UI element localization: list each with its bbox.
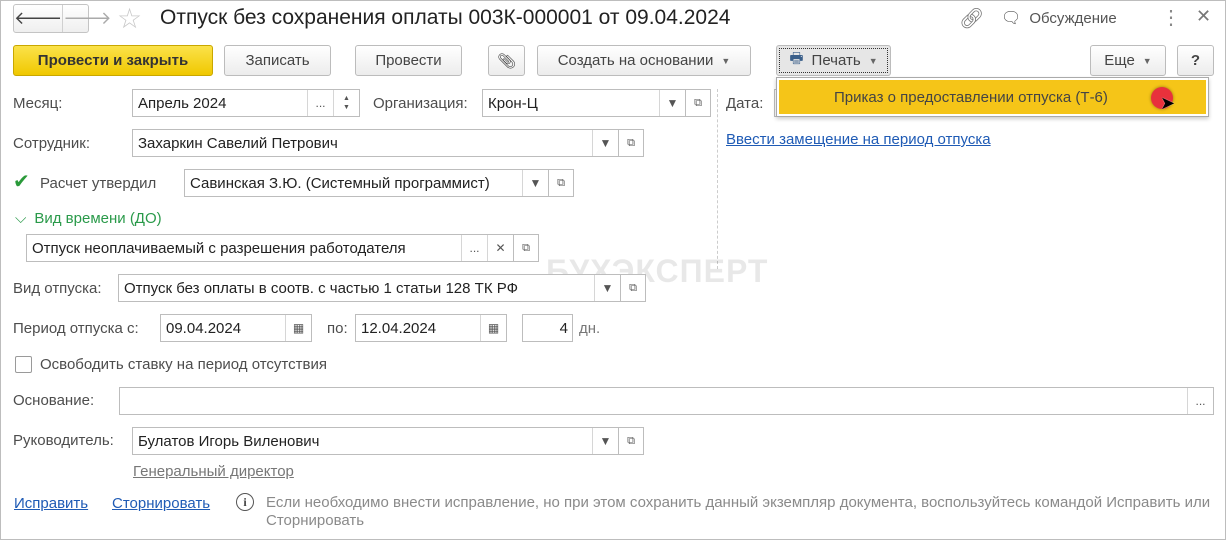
help-label: ? (1190, 52, 1201, 69)
close-icon[interactable]: ✕ (1196, 6, 1211, 27)
post-button[interactable]: Провести (355, 45, 462, 76)
dropdown-icon[interactable]: ▼ (592, 130, 618, 156)
fix-link[interactable]: Исправить (14, 495, 88, 512)
organization-label: Организация: (373, 95, 468, 112)
head-field[interactable]: Булатов Игорь Виленович ▼ (132, 427, 619, 455)
substitution-link[interactable]: Ввести замещение на период отпуска (726, 131, 991, 148)
print-menu-item-label: Приказ о предоставлении отпуска (Т-6) (834, 88, 1108, 106)
info-text: Если необходимо внести исправление, но п… (266, 494, 1211, 529)
more-button[interactable]: Еще ▼ (1090, 45, 1166, 76)
nav-buttons: 🡐 🡒 (13, 4, 112, 33)
printer-icon: 🖶 (789, 50, 804, 67)
back-button[interactable]: 🡐 (14, 5, 64, 32)
approved-by-field[interactable]: Савинская З.Ю. (Системный программист) ▼ (184, 169, 549, 197)
print-label: Печать (811, 52, 861, 69)
link-icon[interactable]: 🔗︎ (959, 6, 984, 31)
approved-checkbox[interactable]: ✔ (13, 172, 30, 192)
open-organization-button[interactable]: ⧉ (685, 89, 711, 117)
forward-button[interactable]: 🡒 (63, 5, 111, 32)
column-divider (717, 89, 718, 269)
basis-label: Основание: (13, 392, 95, 409)
select-button[interactable]: ... (307, 90, 333, 116)
dropdown-icon[interactable]: ▼ (522, 170, 548, 196)
save-label: Записать (245, 52, 310, 69)
days-unit-label: дн. (579, 320, 601, 337)
info-icon: i (236, 493, 254, 511)
employee-field[interactable]: Захаркин Савелий Петрович ▼ (132, 129, 619, 157)
comment-icon: 🗨︎ (1001, 10, 1022, 27)
select-button[interactable]: ... (461, 235, 487, 261)
document-window: 🡐 🡒 ☆ Отпуск без сохранения оплаты 003К-… (0, 0, 1226, 540)
employee-label: Сотрудник: (13, 135, 91, 152)
time-type-group-label: Вид времени (ДО) (34, 210, 162, 227)
open-leave-type-button[interactable]: ⧉ (620, 274, 646, 302)
dropdown-icon[interactable]: ▼ (594, 275, 620, 301)
basis-field[interactable]: ... (119, 387, 1214, 415)
month-label: Месяц: (13, 95, 63, 112)
approved-by-value: Савинская З.Ю. (Системный программист) (190, 174, 490, 192)
head-position-link[interactable]: Генеральный директор (133, 463, 294, 480)
print-menu: Приказ о предоставлении отпуска (Т-6) (776, 77, 1209, 117)
days-field[interactable]: 4 (522, 314, 573, 342)
select-button[interactable]: ... (1187, 388, 1213, 414)
post-label: Провести (375, 52, 442, 69)
release-rate-checkbox[interactable] (15, 356, 32, 373)
more-label: Еще (1104, 52, 1135, 69)
month-value: Апрель 2024 (138, 94, 227, 112)
attach-button[interactable]: 📎︎ (488, 45, 525, 76)
print-button[interactable]: 🖶 Печать ▼ (776, 45, 891, 76)
leave-type-label: Вид отпуска: (13, 280, 102, 297)
create-based-on-button[interactable]: Создать на основании ▼ (537, 45, 751, 76)
discussion-button[interactable]: 🗨︎ Обсуждение (1001, 8, 1117, 28)
discussion-label: Обсуждение (1029, 9, 1117, 27)
head-label: Руководитель: (13, 432, 114, 449)
clear-icon[interactable]: ✕ (487, 235, 513, 261)
release-rate-label: Освободить ставку на период отсутствия (40, 356, 327, 373)
time-type-value: Отпуск неоплачиваемый с разрешения работ… (32, 239, 406, 257)
calendar-icon[interactable]: ▦ (285, 315, 311, 341)
month-field[interactable]: Апрель 2024 ... ▲ ▼ (132, 89, 360, 117)
organization-value: Крон-Ц (488, 94, 538, 112)
open-employee-button[interactable]: ⧉ (618, 129, 644, 157)
period-from-label: Период отпуска с: (13, 320, 139, 337)
create-based-label: Создать на основании (557, 52, 714, 69)
time-type-group-toggle[interactable]: ⌵ Вид времени (ДО) (15, 210, 162, 227)
chevron-down-icon: ▼ (721, 55, 731, 66)
period-to-field[interactable]: 12.04.2024 ▦ (355, 314, 507, 342)
chevron-down-icon: ⌵ (15, 210, 27, 227)
open-time-type-button[interactable]: ⧉ (513, 234, 539, 262)
favorite-star-icon[interactable]: ☆ (117, 2, 142, 35)
open-approved-by-button[interactable]: ⧉ (548, 169, 574, 197)
page-title: Отпуск без сохранения оплаты 003К-000001… (160, 6, 731, 29)
print-menu-item-t6[interactable]: Приказ о предоставлении отпуска (Т-6) (779, 80, 1206, 114)
calendar-icon[interactable]: ▦ (480, 315, 506, 341)
reverse-link[interactable]: Сторнировать (112, 495, 210, 512)
mouse-cursor-icon: ➤ (1160, 93, 1176, 113)
date-label: Дата: (726, 95, 764, 112)
approved-label: Расчет утвердил (40, 175, 157, 192)
post-and-close-label: Провести и закрыть (37, 52, 189, 69)
help-button[interactable]: ? (1177, 45, 1214, 76)
chevron-down-icon: ▼ (868, 55, 878, 66)
post-and-close-button[interactable]: Провести и закрыть (13, 45, 213, 76)
time-type-field[interactable]: Отпуск неоплачиваемый с разрешения работ… (26, 234, 514, 262)
employee-value: Захаркин Савелий Петрович (138, 134, 338, 152)
save-button[interactable]: Записать (224, 45, 331, 76)
spin-buttons[interactable]: ▲ ▼ (333, 90, 359, 116)
days-value: 4 (559, 319, 568, 337)
dropdown-icon[interactable]: ▼ (592, 428, 618, 454)
leave-type-value: Отпуск без оплаты в соотв. с частью 1 ст… (124, 279, 518, 297)
open-head-button[interactable]: ⧉ (618, 427, 644, 455)
period-to-label: по: (327, 320, 348, 337)
dropdown-icon[interactable]: ▼ (659, 90, 685, 116)
chevron-down-icon: ▼ (1142, 55, 1152, 66)
head-value: Булатов Игорь Виленович (138, 432, 320, 450)
paperclip-icon: 📎︎ (496, 52, 517, 70)
more-menu-icon[interactable]: ⋮ (1161, 5, 1181, 30)
period-from-field[interactable]: 09.04.2024 ▦ (160, 314, 312, 342)
organization-field[interactable]: Крон-Ц ▼ (482, 89, 686, 117)
period-to-value: 12.04.2024 (361, 319, 437, 337)
period-from-value: 09.04.2024 (166, 319, 242, 337)
leave-type-field[interactable]: Отпуск без оплаты в соотв. с частью 1 ст… (118, 274, 621, 302)
